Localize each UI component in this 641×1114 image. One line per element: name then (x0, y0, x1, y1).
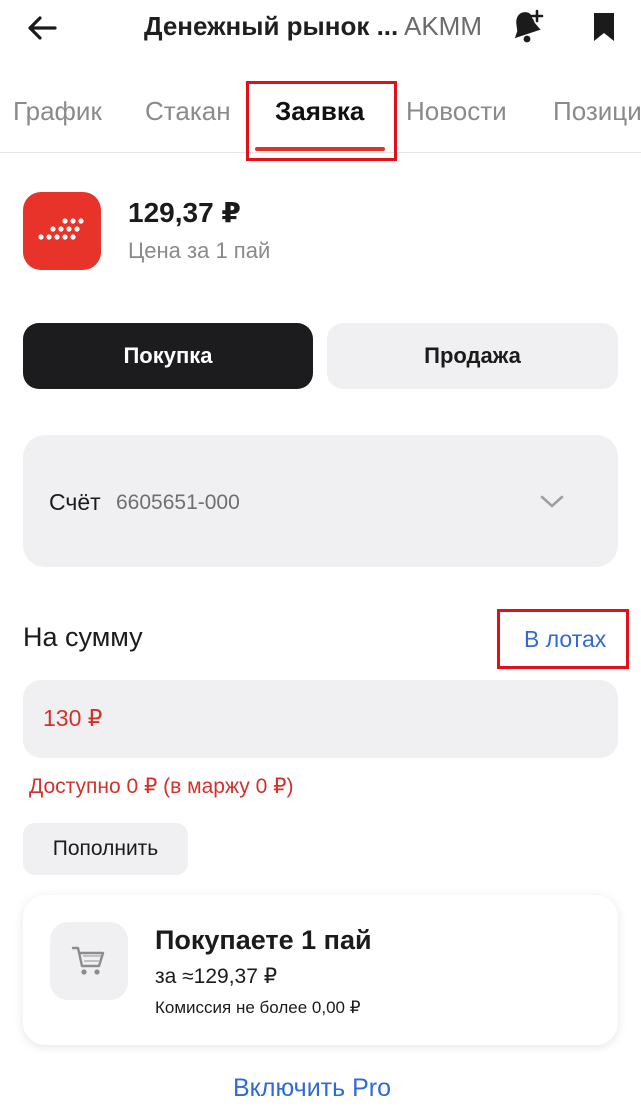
amount-input[interactable]: 130 ₽ (23, 680, 618, 758)
fund-logo-icon (38, 218, 84, 240)
page-title: Денежный рынок ... (144, 11, 399, 41)
price-alert-button[interactable] (504, 6, 548, 46)
buy-button[interactable]: Покупка (23, 323, 313, 389)
instrument-price: 129,37 ₽ (128, 197, 241, 228)
tab-highlight-box (246, 81, 397, 161)
amount-value: 130 ₽ (43, 705, 103, 731)
price-caption: Цена за 1 пай (128, 238, 271, 263)
account-label: Счёт (49, 489, 101, 515)
bell-plus-icon (514, 9, 544, 43)
fund-logo (23, 192, 101, 270)
back-button[interactable] (22, 10, 62, 46)
cart-icon-container (50, 922, 128, 1000)
tab-news[interactable]: Новости (406, 94, 507, 128)
ticker-label: AKMM (404, 11, 482, 41)
available-funds-warning: Доступно 0 ₽ (в маржу 0 ₽) (29, 775, 294, 798)
summary-title: Покупаете 1 пай (155, 925, 372, 955)
tab-positions[interactable]: Позици (553, 94, 641, 128)
tab-order-book[interactable]: Стакан (145, 94, 231, 128)
bookmark-button[interactable] (588, 8, 620, 46)
summary-price: за ≈129,37 ₽ (155, 965, 278, 988)
tab-chart[interactable]: График (13, 94, 102, 128)
account-number: 6605651-000 (116, 491, 240, 514)
cart-icon (71, 946, 105, 975)
enable-pro-link[interactable]: Включить Pro (233, 1074, 391, 1103)
top-up-button[interactable]: Пополнить (23, 823, 188, 875)
top-bar: Денежный рынок ... AKMM (0, 0, 641, 60)
summary-commission: Комиссия не более 0,00 ₽ (155, 998, 361, 1017)
sell-button[interactable]: Продажа (327, 323, 618, 389)
order-summary-card: Покупаете 1 пай за ≈129,37 ₽ Комиссия не… (23, 895, 618, 1045)
back-arrow-icon (28, 16, 57, 40)
account-selector[interactable]: Счёт 6605651-000 (23, 435, 618, 567)
lots-highlight-box (497, 609, 629, 669)
bookmark-icon (594, 13, 614, 41)
amount-label: На сумму (23, 622, 143, 652)
chevron-down-icon (537, 487, 567, 517)
